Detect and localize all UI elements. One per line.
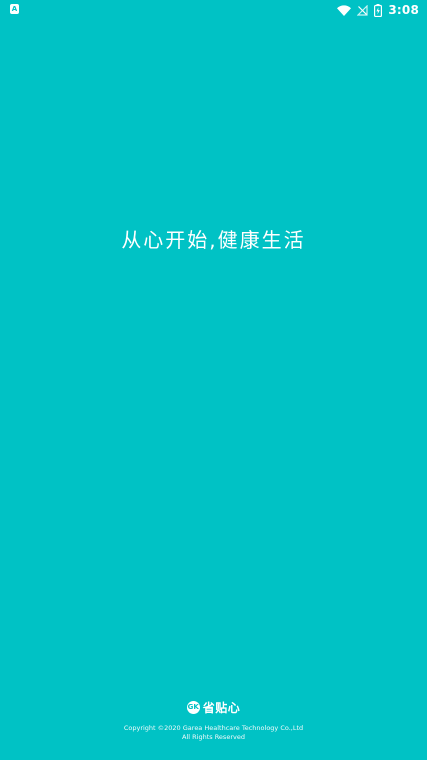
- brand-name: 省贴心: [202, 701, 241, 715]
- splash-footer: GK 省贴心 Copyright ©2020 Garea Healthcare …: [0, 694, 427, 742]
- wifi-icon: [337, 4, 352, 16]
- splash-screen: A 3:08 从心开始,健康生活 GK 省贴心 Copyright ©2020 …: [0, 0, 427, 760]
- battery-icon: [374, 3, 383, 17]
- brand: GK 省贴心: [186, 699, 241, 716]
- splash-slogan: 从心开始,健康生活: [121, 228, 306, 252]
- brand-logo-letter: GK: [187, 703, 199, 711]
- clock-time: 3:08: [388, 3, 419, 17]
- signal-icon: [357, 4, 368, 16]
- notification-badge-text: A: [11, 5, 18, 13]
- brand-logo-icon: GK: [186, 701, 200, 714]
- notification-a-icon: A: [10, 4, 19, 14]
- copyright-line-1: Copyright ©2020 Garea Healthcare Technol…: [123, 724, 304, 732]
- copyright-line-2: All Rights Reserved: [182, 733, 245, 741]
- status-bar: A 3:08: [0, 0, 427, 20]
- status-right-group: 3:08: [337, 2, 419, 18]
